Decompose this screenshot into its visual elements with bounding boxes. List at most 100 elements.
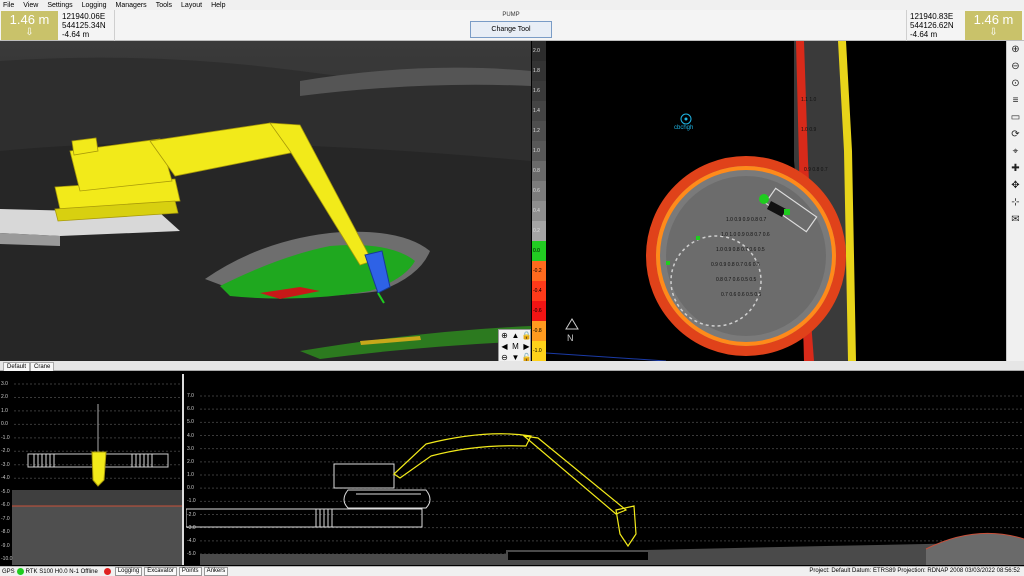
pan-icon[interactable]: ⊹	[1007, 194, 1024, 211]
axis-tick-label: 5.0	[187, 419, 194, 426]
menu-file[interactable]: File	[3, 2, 14, 9]
axis-tick-label: 3.0	[187, 445, 194, 452]
right-height-readout: 1.46 m ⇩	[965, 11, 1022, 40]
scale-label: 1.2	[533, 128, 540, 134]
rotate-icon[interactable]: ⟳	[1007, 126, 1024, 143]
zoom-out-icon[interactable]: ⊖	[499, 352, 510, 361]
tab-default[interactable]: Default	[3, 362, 31, 371]
cross-section-main-canvas	[186, 395, 1024, 565]
arrow-up-icon[interactable]: ▲	[510, 330, 521, 341]
down-arrow-icon: ⇩	[989, 27, 998, 38]
scale-cell: 1.8	[532, 61, 546, 81]
menu-tools[interactable]: Tools	[156, 2, 172, 9]
svg-text:0.9 0.9 0.8 0.7 0.6 0.6: 0.9 0.9 0.8 0.7 0.6 0.6	[711, 262, 760, 268]
scale-label: 1.0	[533, 148, 540, 154]
layers-icon[interactable]: ≡	[1007, 92, 1024, 109]
zoom-out-icon[interactable]: ⊖	[1007, 58, 1024, 75]
menu-managers[interactable]: Managers	[116, 2, 147, 9]
scale-cell: 1.0	[532, 141, 546, 161]
scale-label: 1.6	[533, 88, 540, 94]
tool-name: PUMP	[502, 12, 520, 18]
lock-icon[interactable]: 🔒	[521, 330, 531, 341]
right-coordinates: 121940.83E 544126.62N -4.64 m	[910, 12, 954, 39]
status-tab-logging[interactable]: Logging	[114, 567, 143, 576]
axis-tick-label: 7.0	[187, 393, 194, 399]
right-toolbar: ⊕ ⊖ ⊙ ≡ ▭ ⟳ ⌖ ✚ ✥ ⊹ ✉	[1006, 41, 1024, 361]
menu-settings[interactable]: Settings	[47, 2, 72, 9]
axis-tick-label: 1.0	[1, 407, 8, 414]
axis-tick-label: 6.0	[187, 406, 194, 413]
left-height-readout: 1.46 m ⇩	[1, 11, 58, 40]
scale-label: 0.2	[533, 228, 540, 234]
axis-tick-label: 1.0	[187, 472, 194, 478]
divider	[906, 10, 907, 41]
target-icon[interactable]: ⌖	[1007, 143, 1024, 160]
tab-crane[interactable]: Crane	[30, 362, 55, 371]
right-northing: 544126.62N	[910, 21, 954, 30]
menu-layout[interactable]: Layout	[181, 2, 202, 9]
plan-view[interactable]: 1.0 0.9 0.9 0.8 0.7 1.0 1.0 0.9 0.8 0.7 …	[546, 41, 1006, 361]
zoom-in-icon[interactable]: ⊕	[499, 330, 510, 341]
menu-help[interactable]: Help	[211, 2, 225, 9]
scale-cell: -1.0	[532, 341, 546, 361]
svg-text:1.0 0.9: 1.0 0.9	[801, 127, 817, 133]
svg-text:0.9 0.8 0.7: 0.9 0.8 0.7	[804, 167, 828, 173]
scale-label: 1.4	[533, 108, 540, 114]
excavator-model	[54, 122, 391, 304]
scale-cell: 1.6	[532, 81, 546, 101]
axis-tick-label: -3.0	[1, 461, 10, 468]
axis-tick-label: -5.0	[1, 488, 10, 495]
axis-tick-label: -6.0	[1, 502, 10, 509]
axis-tick-label: -9.0	[1, 542, 10, 549]
unlock-icon[interactable]: 🔓	[521, 352, 531, 361]
move-icon[interactable]: ✥	[1007, 177, 1024, 194]
axis-tick-label: -3.0	[187, 524, 196, 531]
3d-view[interactable]: ⊕ ▲ 🔒 ◀ M ▶ ⊖ ▼ 🔓	[0, 41, 531, 361]
axis-tick-label: 4.0	[187, 432, 194, 439]
arrow-right-icon[interactable]: ▶	[521, 341, 531, 352]
scale-cell: 0.4	[532, 201, 546, 221]
arrow-down-icon[interactable]: ▼	[510, 352, 521, 361]
axis-tick-label: 0.0	[1, 421, 8, 428]
map-center-icon[interactable]: M	[510, 341, 521, 352]
down-arrow-icon: ⇩	[25, 27, 34, 38]
elevation-color-scale: 2.0 1.8 1.6 1.4 1.2 1.0 0.8 0.6 0.4 0.2 0.0 -0.2 -0.…	[532, 41, 546, 361]
status-tab-excavator[interactable]: Excavator	[144, 567, 177, 576]
scale-cell: -0.8	[532, 321, 546, 341]
change-tool-button[interactable]: Change Tool	[470, 21, 552, 38]
divider	[114, 10, 115, 41]
right-height-value: 1.46 m	[973, 12, 1014, 27]
cross-section-left[interactable]: 3.0 2.0 1.0 0.0 -1.0 -2.0 -3.0 -4.0 -5.0 -6.0 -7.0…	[0, 374, 184, 565]
cross-section-main[interactable]: 7.0 6.0 5.0 4.0 3.0 2.0 1.0 0.0 -1.0 -2.0 -3.0 -4.0…	[186, 374, 1024, 565]
top-toolbar: 1.46 m ⇩ 121940.06E 544125.34N -4.64 m P…	[0, 10, 1024, 41]
scale-label: -0.8	[533, 328, 542, 334]
cross-section-left-canvas	[12, 383, 182, 565]
menu-logging[interactable]: Logging	[82, 2, 107, 9]
svg-text:1.0 1.0 0.9 0.8 0.7 0.6: 1.0 1.0 0.9 0.8 0.7 0.6	[721, 232, 770, 238]
arrow-left-icon[interactable]: ◀	[499, 341, 510, 352]
rtk-status: RTK S100 H0.0 N-1 Offline	[25, 568, 98, 575]
pump-tool	[364, 250, 391, 294]
axis-tick-label: -8.0	[1, 529, 10, 536]
svg-text:N: N	[567, 333, 574, 343]
left-height-value: 1.46 m	[9, 12, 50, 27]
menu-view[interactable]: View	[23, 2, 38, 9]
axis-tick-label: -4.0	[1, 475, 10, 482]
envelope-icon[interactable]: ✉	[1007, 211, 1024, 228]
axis-tick-label: 2.0	[187, 458, 194, 465]
left-axis: 3.0 2.0 1.0 0.0 -1.0 -2.0 -3.0 -4.0 -5.0 -6.0 -7.0…	[0, 374, 12, 565]
status-tab-ankers[interactable]: Ankers	[203, 567, 229, 576]
scale-label: 1.8	[533, 68, 540, 74]
grid-icon[interactable]: ▭	[1007, 109, 1024, 126]
status-tab-points[interactable]: Points	[178, 567, 202, 576]
scale-label: 0.8	[533, 168, 540, 174]
scale-label: 2.0	[533, 48, 540, 54]
zoom-fit-icon[interactable]: ⊙	[1007, 75, 1024, 92]
svg-text:1.0 0.9 0.9 0.8 0.7: 1.0 0.9 0.9 0.8 0.7	[726, 217, 767, 223]
center-icon[interactable]: ✚	[1007, 160, 1024, 177]
zoom-in-icon[interactable]: ⊕	[1007, 41, 1024, 58]
plan-map: 1.0 0.9 0.9 0.8 0.7 1.0 1.0 0.9 0.8 0.7 …	[546, 41, 856, 361]
scale-cell: -0.2	[532, 261, 546, 281]
right-elevation: -4.64 m	[910, 30, 938, 39]
gps-status-icon	[16, 568, 24, 575]
